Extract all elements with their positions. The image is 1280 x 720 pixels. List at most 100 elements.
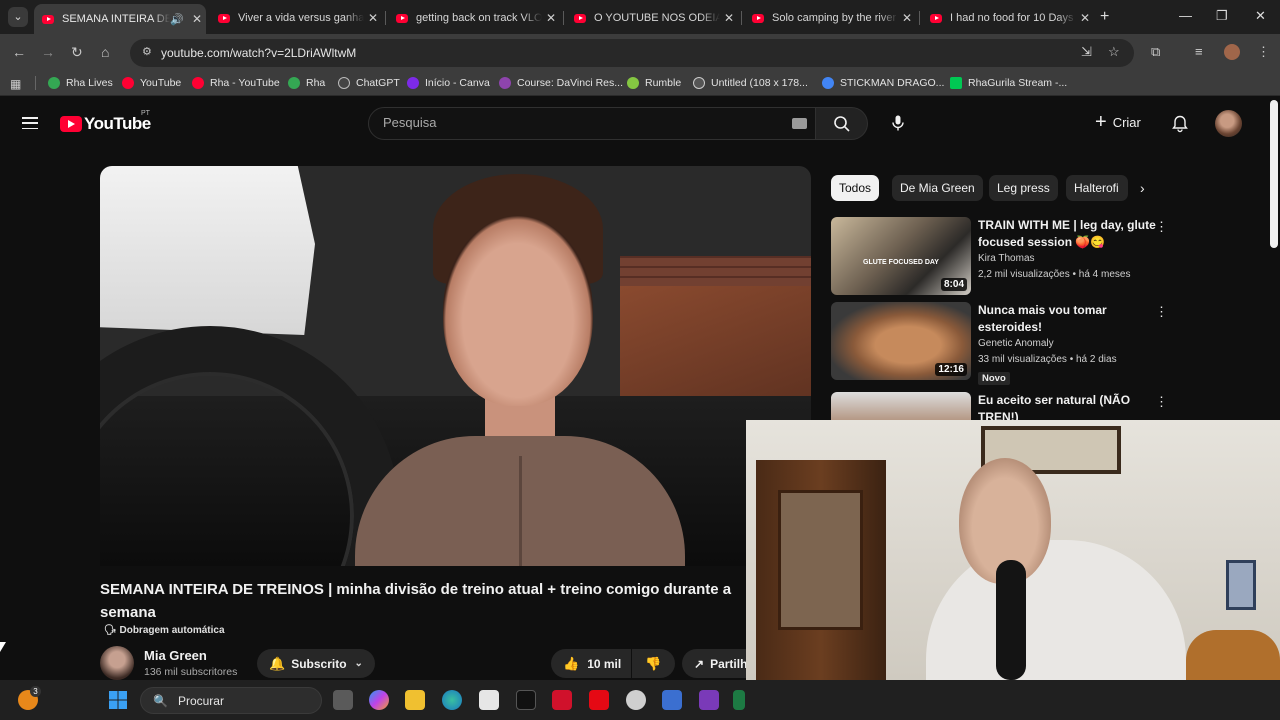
- bookmark-rhagurila-stream[interactable]: RhaGurila Stream -...: [950, 77, 1067, 89]
- capcut-icon[interactable]: [516, 690, 536, 710]
- taskbar-search[interactable]: 🔍 Procurar: [140, 687, 322, 714]
- reload-icon[interactable]: ↻: [71, 44, 83, 61]
- taskbar-search-text: Procurar: [177, 693, 224, 708]
- chip-leg-press[interactable]: Leg press: [989, 175, 1058, 201]
- tab-viver-a-vida[interactable]: Viver a vida versus ganhar ✕: [210, 6, 382, 30]
- voice-search-icon[interactable]: [889, 114, 907, 132]
- video-title[interactable]: Eu aceito ser natural (NÃO TREN!): [978, 392, 1156, 420]
- like-button[interactable]: 👍 10 mil: [551, 649, 631, 678]
- more-options-icon[interactable]: ⋮: [1155, 219, 1168, 235]
- chip-halterofilismo[interactable]: Halterofi: [1066, 175, 1128, 201]
- search-box[interactable]: [368, 107, 816, 140]
- security-app-icon[interactable]: [552, 690, 572, 710]
- youtube-favicon-icon: [574, 13, 586, 23]
- browser-menu-icon[interactable]: ⋮: [1257, 44, 1270, 60]
- video-thumbnail[interactable]: GLUTE FOCUSED DAY 8:04: [831, 217, 971, 295]
- forward-icon[interactable]: →: [41, 44, 55, 60]
- more-options-icon[interactable]: ⋮: [1155, 394, 1168, 410]
- browser-profile-avatar[interactable]: [1224, 44, 1240, 60]
- bookmark-rha[interactable]: Rha: [288, 77, 325, 89]
- page-scrollbar[interactable]: [1270, 100, 1278, 248]
- bookmark-davinci-course[interactable]: Course: DaVinci Res...: [499, 77, 623, 89]
- task-view-icon[interactable]: [333, 690, 353, 710]
- recommendation-card[interactable]: GLUTE FOCUSED DAY 8:04 TRAIN WITH ME | l…: [831, 217, 1171, 297]
- video-title[interactable]: TRAIN WITH ME | leg day, glute focused s…: [978, 217, 1156, 251]
- close-tab-icon[interactable]: ✕: [364, 11, 382, 25]
- netflix-icon[interactable]: [589, 690, 609, 710]
- site-info-icon[interactable]: ⚙: [142, 45, 156, 59]
- bookmark-rha-lives[interactable]: Rha Lives: [48, 77, 113, 89]
- video-channel[interactable]: Kira Thomas: [978, 253, 1035, 264]
- keyboard-icon[interactable]: [792, 118, 807, 129]
- create-button[interactable]: + Criar: [1095, 112, 1141, 132]
- tab-youtube-nos-odeia[interactable]: O YOUTUBE NOS ODEIA - ✕: [566, 6, 738, 30]
- restore-icon[interactable]: ❐: [1216, 8, 1228, 24]
- video-thumbnail[interactable]: [831, 392, 971, 420]
- notifications-bell-icon[interactable]: [1172, 115, 1188, 133]
- home-icon[interactable]: ⌂: [101, 44, 109, 60]
- youtube-logo[interactable]: YouTube PT: [60, 110, 151, 134]
- tab-solo-camping[interactable]: Solo camping by the river ✕: [744, 6, 916, 30]
- weather-widget-icon[interactable]: 3: [18, 686, 41, 710]
- auto-dubbing-label[interactable]: 🗣 Dobragem automática: [104, 625, 225, 636]
- webcam-microphone: [996, 560, 1026, 680]
- recommendation-card[interactable]: 12:16 Nunca mais vou tomar esteroides! G…: [831, 302, 1171, 385]
- back-icon[interactable]: ←: [12, 44, 26, 60]
- close-window-icon[interactable]: ✕: [1255, 8, 1266, 24]
- bookmark-rumble[interactable]: Rumble: [627, 77, 681, 89]
- address-bar[interactable]: ⚙ youtube.com/watch?v=2LDriAWltwM: [130, 39, 1134, 67]
- apps-grid-icon[interactable]: ▦: [10, 77, 21, 91]
- copilot-icon[interactable]: [369, 690, 389, 710]
- tab-search-menu-icon[interactable]: ⌄: [8, 7, 28, 27]
- search-input[interactable]: [383, 115, 783, 130]
- new-tab-button[interactable]: +: [1100, 8, 1109, 26]
- dislike-button[interactable]: 👎: [632, 649, 675, 678]
- video-frame-zipper: [519, 456, 522, 566]
- video-channel[interactable]: Genetic Anomaly: [978, 338, 1054, 349]
- windows-start-icon[interactable]: [108, 690, 128, 710]
- account-avatar[interactable]: [1215, 110, 1242, 137]
- search-button[interactable]: [816, 107, 868, 140]
- recommendation-card[interactable]: Eu aceito ser natural (NÃO TREN!) ⋮: [831, 392, 1171, 420]
- channel-name[interactable]: Mia Green: [144, 648, 207, 663]
- guide-menu-icon[interactable]: [22, 117, 38, 130]
- excel-icon[interactable]: [733, 690, 745, 710]
- bookmark-youtube[interactable]: YouTube: [122, 77, 181, 89]
- close-tab-icon[interactable]: ✕: [542, 11, 560, 25]
- audio-playing-icon[interactable]: 🔊: [170, 13, 184, 26]
- video-title[interactable]: Nunca mais vou tomar esteroides!: [978, 302, 1156, 336]
- install-app-icon[interactable]: ⇲: [1081, 44, 1092, 60]
- tab-no-food[interactable]: I had no food for 10 Days ✕: [922, 6, 1094, 30]
- video-thumbnail[interactable]: 12:16: [831, 302, 971, 380]
- bookmark-stickman[interactable]: STICKMAN DRAGO...: [822, 77, 944, 89]
- url-text[interactable]: youtube.com/watch?v=2LDriAWltwM: [161, 46, 356, 60]
- more-options-icon[interactable]: ⋮: [1155, 304, 1168, 320]
- settings-gear-icon[interactable]: [626, 690, 646, 710]
- channel-avatar[interactable]: [100, 646, 134, 680]
- bookmark-label: Rha: [306, 77, 326, 89]
- bookmark-rha-youtube[interactable]: Rha - YouTube: [192, 77, 280, 89]
- close-tab-icon[interactable]: ✕: [898, 11, 916, 25]
- tab-getting-back[interactable]: getting back on track VLO ✕: [388, 6, 560, 30]
- tab-semana-inteira[interactable]: SEMANA INTEIRA DE T 🔊 ✕: [34, 4, 206, 34]
- chip-todos[interactable]: Todos: [831, 175, 880, 201]
- extensions-icon[interactable]: ⧉: [1151, 44, 1160, 60]
- chevron-right-icon[interactable]: ›: [1140, 180, 1145, 196]
- bookmark-star-icon[interactable]: ☆: [1108, 44, 1120, 60]
- close-tab-icon[interactable]: ✕: [1076, 11, 1094, 25]
- bookmark-canva[interactable]: Início - Canva: [407, 77, 490, 89]
- file-explorer-icon[interactable]: [405, 690, 425, 710]
- media-control-icon[interactable]: ≡: [1195, 44, 1203, 59]
- close-tab-icon[interactable]: ✕: [188, 12, 206, 26]
- bookmark-chatgpt[interactable]: ChatGPT: [338, 77, 400, 89]
- close-tab-icon[interactable]: ✕: [720, 11, 738, 25]
- minimize-icon[interactable]: —: [1179, 8, 1192, 23]
- chip-de-mia-green[interactable]: De Mia Green: [892, 175, 983, 201]
- bookmark-untitled[interactable]: Untitled (108 x 178...: [693, 77, 808, 89]
- prime-video-icon[interactable]: [662, 690, 682, 710]
- edge-icon[interactable]: [442, 690, 462, 710]
- microsoft-store-icon[interactable]: [479, 690, 499, 710]
- onenote-icon[interactable]: [699, 690, 719, 710]
- video-player[interactable]: [100, 166, 811, 566]
- subscribed-button[interactable]: 🔔 Subscrito ⌄: [257, 649, 375, 678]
